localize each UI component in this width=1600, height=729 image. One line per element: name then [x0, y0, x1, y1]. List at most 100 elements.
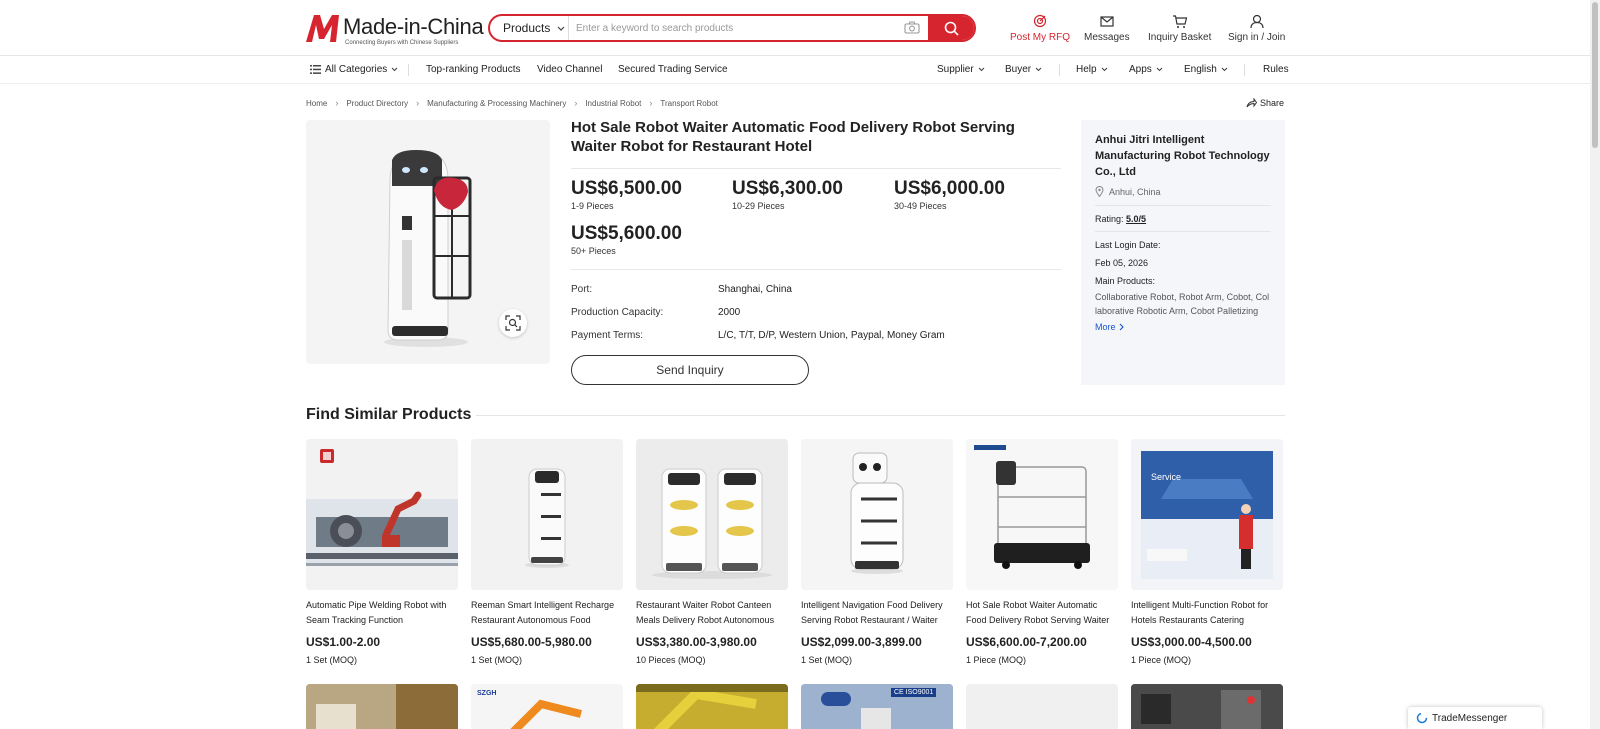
share-button[interactable]: Share: [1246, 98, 1284, 108]
all-categories-menu[interactable]: All Categories: [310, 64, 398, 75]
search-button[interactable]: [928, 16, 974, 40]
inquiry-basket-label: Inquiry Basket: [1148, 32, 1212, 43]
waiter-robot-cart-photo: [966, 439, 1118, 590]
chevron-down-icon: [1035, 67, 1042, 72]
camera-search-icon[interactable]: [904, 21, 920, 34]
chevron-down-icon: [1156, 67, 1163, 72]
apps-menu[interactable]: Apps: [1129, 64, 1163, 75]
similar-product-price: US$3,000.00-4,500.00: [1131, 635, 1252, 649]
similar-products-title: Find Similar Products: [306, 406, 472, 423]
similar-product-moq: 1 Set (MOQ): [801, 655, 853, 665]
more-link[interactable]: More: [1095, 322, 1271, 332]
similar-product-card[interactable]: Restaurant Waiter Robot Canteen Meals De…: [636, 439, 788, 665]
breadcrumb-machinery[interactable]: Manufacturing & Processing Machinery: [427, 99, 566, 108]
main-products-label: Main Products:: [1095, 276, 1156, 286]
post-rfq-link[interactable]: Post My RFQ: [1010, 14, 1070, 43]
product-thumbnail[interactable]: Service: [1131, 439, 1283, 590]
supplier-menu-label: Supplier: [937, 64, 974, 75]
similar-product-name[interactable]: Hot Sale Robot Waiter Automatic Food Del…: [966, 598, 1118, 628]
logo-mark-icon: [306, 15, 339, 42]
send-inquiry-button[interactable]: Send Inquiry: [571, 355, 809, 385]
similar-product-name[interactable]: Reeman Smart Intelligent Recharge Restau…: [471, 598, 623, 628]
scrollbar-thumb[interactable]: [1592, 2, 1598, 148]
supplier-name[interactable]: Anhui Jitri Intelligent Manufacturing Ro…: [1095, 132, 1271, 180]
top-ranking-label: Top-ranking Products: [426, 64, 521, 75]
delivery-robot-photo: [471, 439, 623, 590]
similar-product-thumbnail[interactable]: SZGH: [471, 684, 623, 729]
divider: [571, 168, 1061, 169]
secured-trading-link[interactable]: Secured Trading Service: [618, 64, 728, 75]
similar-product-name[interactable]: Restaurant Waiter Robot Canteen Meals De…: [636, 598, 788, 628]
image-zoom-button[interactable]: [499, 309, 527, 337]
price-tier: US$6,000.00 30-49 Pieces: [894, 178, 1005, 211]
capacity-value: 2000: [718, 307, 741, 318]
product-thumbnail[interactable]: [801, 439, 953, 590]
similar-product-price: US$1.00-2.00: [306, 635, 381, 649]
main-nav: All Categories Top-ranking Products Vide…: [0, 56, 1600, 84]
price-quantity: 30-49 Pieces: [894, 201, 947, 211]
messages-link[interactable]: Messages: [1084, 14, 1130, 43]
similar-product-name[interactable]: Automatic Pipe Welding Robot with Seam T…: [306, 598, 458, 628]
similar-product-name[interactable]: Intelligent Navigation Food Delivery Ser…: [801, 598, 953, 628]
factory-photo: [306, 684, 458, 729]
help-menu[interactable]: Help: [1076, 64, 1108, 75]
similar-product-card[interactable]: Intelligent Navigation Food Delivery Ser…: [801, 439, 953, 665]
breadcrumb-transport-robot[interactable]: Transport Robot: [660, 99, 718, 108]
trademessenger-widget[interactable]: TradeMessenger: [1408, 707, 1542, 729]
logo-title: Made-in-China: [343, 14, 484, 39]
port-value: Shanghai, China: [718, 284, 792, 295]
list-icon: [310, 65, 321, 74]
breadcrumb-product-directory[interactable]: Product Directory: [346, 99, 408, 108]
search-input[interactable]: [576, 19, 876, 37]
inquiry-basket-link[interactable]: Inquiry Basket: [1148, 14, 1211, 43]
similar-product-moq: 10 Pieces (MOQ): [636, 655, 706, 665]
similar-product-thumbnail[interactable]: [636, 684, 788, 729]
product-thumbnail[interactable]: [306, 439, 458, 590]
logo-tagline: Connecting Buyers with Chinese Suppliers: [345, 40, 459, 46]
apps-menu-label: Apps: [1129, 64, 1152, 75]
site-logo[interactable]: Made-in-China Connecting Buyers with Chi…: [305, 13, 484, 46]
similar-product-card[interactable]: Reeman Smart Intelligent Recharge Restau…: [471, 439, 623, 665]
similar-product-card[interactable]: Service Intelligent Multi-Function Robot…: [1131, 439, 1283, 665]
zoom-search-icon: [505, 315, 521, 331]
breadcrumb-separator: ›: [574, 98, 578, 108]
product-thumbnail[interactable]: [471, 439, 623, 590]
top-ranking-link[interactable]: Top-ranking Products: [426, 64, 521, 75]
product-thumbnail[interactable]: [636, 439, 788, 590]
price-quantity: 1-9 Pieces: [571, 201, 614, 211]
supplier-menu[interactable]: Supplier: [937, 64, 985, 75]
rating-value[interactable]: 5.0/5: [1126, 214, 1146, 224]
chevron-down-icon: [1101, 67, 1107, 72]
similar-product-price: US$6,600.00-7,200.00: [966, 635, 1087, 649]
sign-in-link[interactable]: Sign in / Join: [1228, 14, 1285, 43]
post-rfq-label: Post My RFQ: [1010, 32, 1071, 43]
rules-link[interactable]: Rules: [1263, 64, 1289, 75]
similar-product-card[interactable]: Automatic Pipe Welding Robot with Seam T…: [306, 439, 458, 665]
similar-product-thumbnail[interactable]: [306, 684, 458, 729]
product-main-image[interactable]: [306, 120, 550, 364]
price-value: US$5,600.00: [571, 223, 682, 244]
mail-icon: [1100, 16, 1114, 27]
sign-in-label: Sign in / Join: [1228, 32, 1286, 43]
similar-product-name[interactable]: Intelligent Multi-Function Robot for Hot…: [1131, 598, 1283, 628]
chat-status-icon: [1416, 712, 1428, 724]
video-channel-link[interactable]: Video Channel: [537, 64, 602, 75]
search-category-select[interactable]: Products: [490, 16, 569, 40]
page-scrollbar[interactable]: [1590, 0, 1600, 729]
product-thumbnail[interactable]: [966, 439, 1118, 590]
similar-product-moq: 1 Piece (MOQ): [1131, 655, 1192, 665]
similar-product-thumbnail[interactable]: [966, 684, 1118, 729]
buyer-menu[interactable]: Buyer: [1005, 64, 1042, 75]
breadcrumb-industrial-robot[interactable]: Industrial Robot: [585, 99, 641, 108]
similar-product-thumbnail[interactable]: CE ISO9001: [801, 684, 953, 729]
similar-product-card[interactable]: Hot Sale Robot Waiter Automatic Food Del…: [966, 439, 1118, 665]
service-badge: Service: [1151, 472, 1182, 482]
user-icon: [1250, 14, 1264, 29]
more-label: More: [1095, 322, 1116, 332]
similar-product-thumbnail[interactable]: [1131, 684, 1283, 729]
location-pin-icon: [1095, 186, 1104, 197]
last-login-label: Last Login Date:: [1095, 231, 1271, 250]
breadcrumb-home[interactable]: Home: [306, 99, 327, 108]
language-menu[interactable]: English: [1184, 64, 1228, 75]
buyer-menu-label: Buyer: [1005, 64, 1032, 75]
